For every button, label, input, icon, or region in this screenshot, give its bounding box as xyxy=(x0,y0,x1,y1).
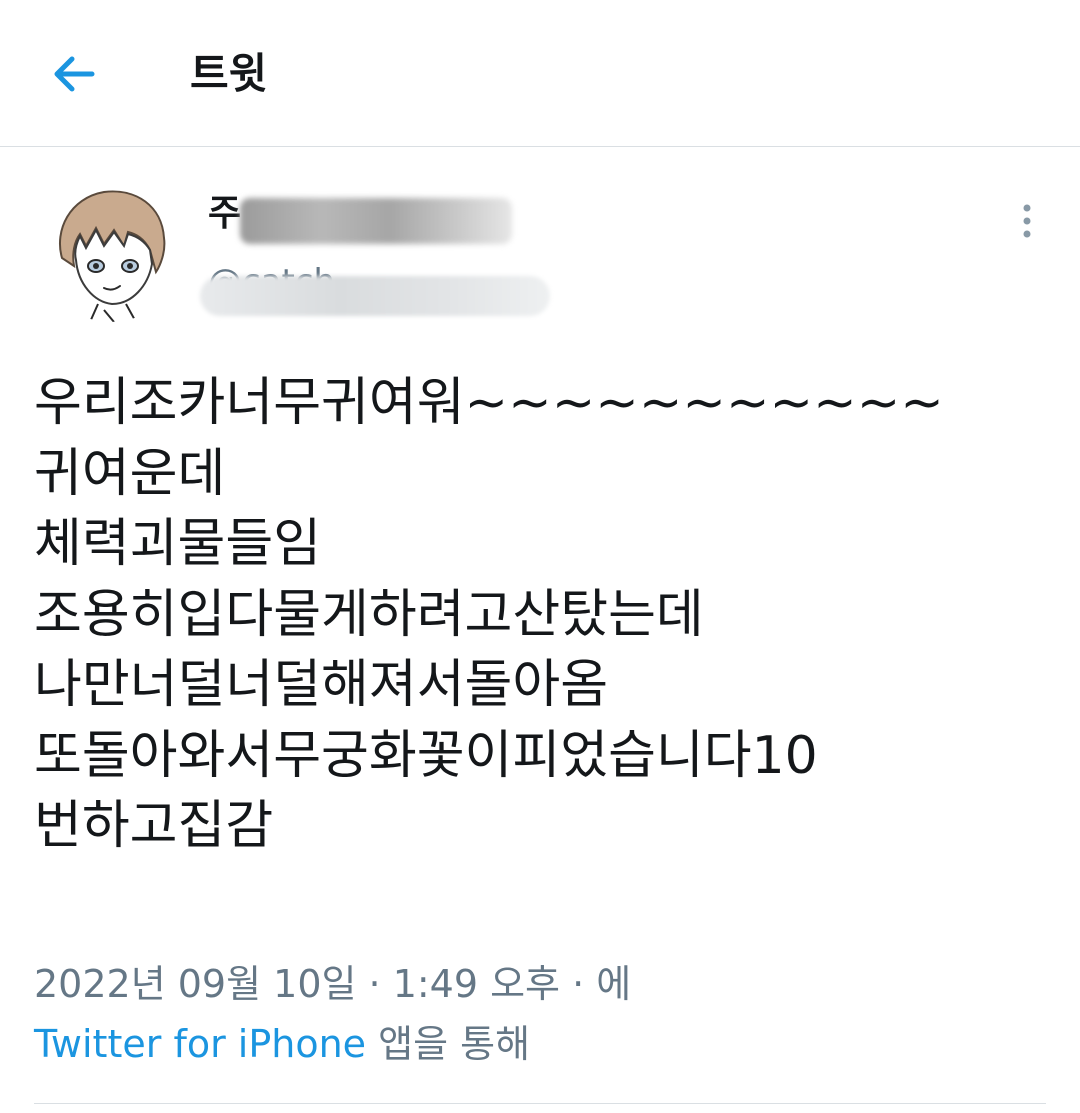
source-suffix-text: 앱을 통해 xyxy=(366,1022,531,1066)
redaction-blur xyxy=(240,198,512,244)
back-button[interactable] xyxy=(44,44,104,104)
page-title: 트윗 xyxy=(190,49,268,98)
tweet-timestamp[interactable]: 2022년 09월 10일 · 1:49 오후 · 에 xyxy=(34,958,631,1010)
anime-avatar-image xyxy=(40,180,182,322)
redaction-blur xyxy=(200,276,550,316)
source-app-link[interactable]: Twitter for iPhone xyxy=(34,1022,366,1066)
tweet-text: 우리조카너무귀여워~~~~~~~~~~~ 귀여운데 체력괴물들임 조용히입다물게… xyxy=(34,368,1054,862)
tweet-text-line: 또돌아와서무궁화꽃이피었습니다10 xyxy=(34,725,818,786)
vertical-ellipsis-icon xyxy=(1023,204,1031,238)
tweet-text-line: 조용히입다물게하려고산탔는데 xyxy=(34,584,704,645)
divider xyxy=(34,1103,1046,1104)
top-app-bar: 트윗 xyxy=(0,0,1080,147)
tweet-text-line: 체력괴물들임 xyxy=(34,514,322,574)
tweet-text-line: 귀여운데 xyxy=(34,443,226,504)
tweet-text-line: 번하고집감 xyxy=(34,796,274,856)
tweet-source: Twitter for iPhone 앱을 통해 xyxy=(34,1018,530,1070)
author-display-name[interactable]: 주 xyxy=(208,192,241,236)
more-options-button[interactable] xyxy=(1010,200,1044,244)
tweet-text-line: 나만너덜너덜해져서돌아옴 xyxy=(34,655,609,715)
tweet-text-line: 우리조카너무귀여워~~~~~~~~~~~ xyxy=(34,373,944,433)
arrow-left-icon xyxy=(54,56,95,92)
avatar[interactable] xyxy=(40,180,182,322)
